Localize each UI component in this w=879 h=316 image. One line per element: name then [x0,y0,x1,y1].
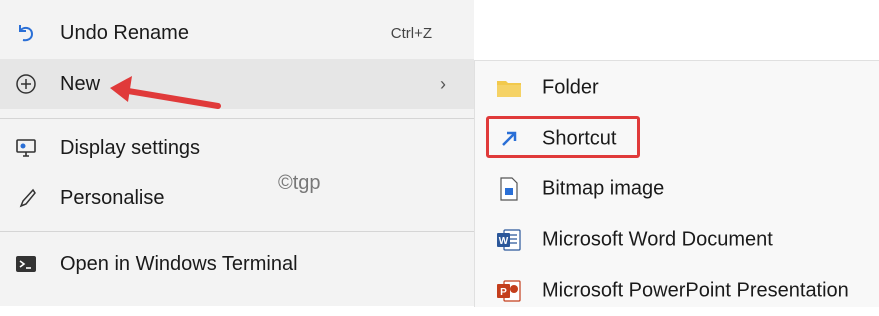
word-icon: W [495,226,523,254]
menu-item-label: Open in Windows Terminal [60,252,298,275]
menu-item-new[interactable]: New › [0,59,474,109]
new-submenu: Folder Shortcut Bitmap image W Microsoft… [474,60,879,307]
menu-item-personalise[interactable]: Personalise [0,173,474,223]
bitmap-icon [495,175,523,203]
context-menu: Undo Rename Ctrl+Z New › Display setting… [0,0,474,306]
menu-item-label: Undo Rename [60,21,189,44]
brush-icon [13,185,39,211]
undo-icon [13,20,39,46]
menu-item-label: New [60,72,101,95]
folder-icon [495,74,523,102]
menu-item-display-settings[interactable]: Display settings [0,123,474,173]
submenu-item-label: Folder [542,76,599,99]
menu-item-label: Personalise [60,186,165,209]
menu-item-open-terminal[interactable]: Open in Windows Terminal [0,239,474,289]
submenu-item-bitmap[interactable]: Bitmap image [475,164,879,214]
annotation-highlight-box [486,116,640,158]
display-settings-icon [13,135,39,161]
annotation-arrow-icon [110,76,221,109]
menu-divider [0,231,474,232]
powerpoint-icon: P [495,277,523,305]
svg-text:P: P [500,287,507,298]
chevron-right-icon: › [440,73,446,94]
submenu-item-powerpoint[interactable]: P Microsoft PowerPoint Presentation [475,266,879,316]
terminal-icon [13,251,39,277]
submenu-item-folder[interactable]: Folder [475,63,879,113]
submenu-item-label: Microsoft Word Document [542,228,773,251]
shortcut-label: Ctrl+Z [390,24,432,42]
menu-item-label: Display settings [60,136,201,159]
watermark: ©tgp [278,172,321,194]
menu-divider [0,118,474,119]
submenu-item-word[interactable]: W Microsoft Word Document [475,215,879,265]
submenu-item-label: Bitmap image [542,177,665,200]
svg-text:W: W [499,236,509,247]
submenu-item-label: Microsoft PowerPoint Presentation [542,279,849,302]
menu-item-undo-rename[interactable]: Undo Rename Ctrl+Z [0,8,474,58]
plus-circle-icon [13,71,39,97]
